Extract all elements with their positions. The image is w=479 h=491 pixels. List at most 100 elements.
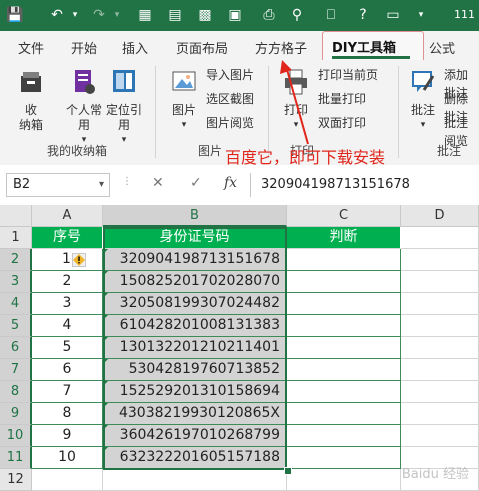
table-cell[interactable] (401, 337, 479, 359)
fill-handle[interactable] (284, 467, 292, 475)
search-icon[interactable]: ⚲ (288, 6, 306, 24)
row-header[interactable]: 5 (0, 315, 32, 337)
table-cell-no[interactable]: 1 (32, 249, 103, 271)
table-cell-no[interactable]: 7 (32, 381, 103, 403)
comment-button[interactable]: 批注 ▾ (405, 68, 441, 133)
row-header[interactable]: 1 (0, 227, 32, 249)
table-cell-judge[interactable] (287, 403, 401, 425)
table-cell-no[interactable]: 9 (32, 425, 103, 447)
table-cell[interactable] (401, 381, 479, 403)
table-cell-judge[interactable] (287, 447, 401, 469)
import-picture-button[interactable]: 导入图片 (206, 66, 254, 84)
table-cell[interactable] (32, 469, 103, 491)
table-cell-judge[interactable] (287, 381, 401, 403)
table-cell[interactable] (401, 293, 479, 315)
table-cell-judge[interactable] (287, 425, 401, 447)
form-icon[interactable]: ▦ (136, 6, 154, 24)
table-cell-id[interactable]: 150825201702028070 (103, 271, 287, 293)
worksheet-grid[interactable]: A B C D 1 2 3 4 5 6 7 8 9 10 11 12 序号 身份证号码 判断 1 320904… (0, 205, 479, 491)
cancel-icon[interactable]: ✕ (152, 175, 164, 191)
table-cell-judge[interactable] (287, 293, 401, 315)
table-cell-id[interactable]: 632322201605157188 (103, 447, 287, 469)
formula-input[interactable]: 320904198713151678 (250, 173, 479, 197)
customize-toolbar-icon[interactable]: ▾ (412, 6, 430, 24)
error-warning-icon[interactable] (72, 253, 86, 267)
table-cell-id[interactable]: 320508199307024482 (103, 293, 287, 315)
table-cell-judge[interactable] (287, 249, 401, 271)
row-header[interactable]: 10 (0, 425, 32, 447)
name-box[interactable]: B2 ▾ (6, 173, 110, 197)
row-header[interactable]: 7 (0, 359, 32, 381)
undo-icon[interactable]: ↶ (48, 6, 66, 24)
select-screenshot-button[interactable]: 选区截图 (206, 90, 254, 108)
tab-fangfang[interactable]: 方方格子 (255, 38, 307, 57)
picture-button[interactable]: 图片 ▾ (166, 68, 202, 133)
text-box-icon[interactable]: ⎕ (322, 6, 340, 24)
column-header-c[interactable]: C (287, 205, 401, 227)
table-cell-no[interactable]: 4 (32, 315, 103, 337)
insert-function-icon[interactable]: fx (224, 175, 237, 191)
table-cell-id[interactable]: 320904198713151678 (103, 249, 287, 271)
table-cell[interactable] (401, 315, 479, 337)
delete-comment-button[interactable]: 删除批注 (444, 90, 479, 124)
row-header[interactable]: 9 (0, 403, 32, 425)
shape-icon[interactable]: ▭ (384, 6, 402, 24)
tab-home[interactable]: 开始 (71, 38, 97, 57)
image-icon[interactable]: ▣ (226, 6, 244, 24)
tab-page-layout[interactable]: 页面布局 (176, 38, 228, 57)
row-header[interactable]: 12 (0, 469, 32, 491)
column-header-b[interactable]: B (103, 205, 287, 227)
table-cell-id[interactable]: 152529201310158694 (103, 381, 287, 403)
chart-icon[interactable]: ▩ (196, 6, 214, 24)
header-cell-id[interactable]: 身份证号码 (103, 227, 287, 249)
storage-box-button[interactable]: 收纳箱 (13, 68, 49, 133)
tab-formulas[interactable]: 公式 (429, 38, 455, 57)
add-comment-button[interactable]: 添加批注 (444, 66, 479, 100)
table-cell-no[interactable]: 2 (32, 271, 103, 293)
table-cell[interactable] (103, 469, 287, 491)
table-cell[interactable] (401, 271, 479, 293)
table-cell-id[interactable]: 610428201008131383 (103, 315, 287, 337)
row-header[interactable]: 8 (0, 381, 32, 403)
header-cell-no[interactable]: 序号 (32, 227, 103, 249)
personal-button[interactable]: 个人常用 ▾ (62, 68, 106, 148)
table-cell[interactable] (401, 249, 479, 271)
table-cell-no[interactable]: 5 (32, 337, 103, 359)
tab-diy-toolbox[interactable]: DIY工具箱 (322, 31, 424, 62)
table-cell[interactable] (287, 469, 401, 491)
select-all-corner[interactable] (0, 205, 32, 227)
locate-ref-button[interactable]: 定位引用 ▾ (106, 68, 142, 148)
table-cell-judge[interactable] (287, 337, 401, 359)
tab-file[interactable]: 文件 (18, 38, 44, 57)
row-header[interactable]: 2 (0, 249, 32, 271)
table-cell-id[interactable]: 53042819760713852 (103, 359, 287, 381)
row-header[interactable]: 6 (0, 337, 32, 359)
table-cell-judge[interactable] (287, 271, 401, 293)
table-cell-no[interactable]: 3 (32, 293, 103, 315)
table-cell-id[interactable]: 430382199301208​65X (103, 403, 287, 425)
table-cell[interactable] (401, 227, 479, 249)
help-icon[interactable]: ? (354, 6, 372, 24)
redo-icon[interactable]: ↷ (90, 6, 108, 24)
save-icon[interactable]: 💾 (6, 6, 24, 24)
print-icon[interactable]: ⎙ (260, 6, 278, 24)
header-cell-judge[interactable]: 判断 (287, 227, 401, 249)
tab-insert[interactable]: 插入 (122, 38, 148, 57)
undo-dropdown-icon[interactable]: ▾ (66, 6, 84, 24)
row-header[interactable]: 4 (0, 293, 32, 315)
table-cell-id[interactable]: 130132201210211401 (103, 337, 287, 359)
picture-viewer-button[interactable]: 图片阅览 (206, 114, 254, 132)
table-cell[interactable] (401, 359, 479, 381)
table-cell-no[interactable]: 8 (32, 403, 103, 425)
table-cell-no[interactable]: 6 (32, 359, 103, 381)
table-cell[interactable] (401, 403, 479, 425)
table-cell-judge[interactable] (287, 315, 401, 337)
view-comments-button[interactable]: 批注阅览 (444, 114, 479, 148)
name-box-dropdown-icon[interactable]: ▾ (99, 174, 104, 196)
row-header[interactable]: 3 (0, 271, 32, 293)
table-cell-id[interactable]: 360426197010268799 (103, 425, 287, 447)
table-cell-judge[interactable] (287, 359, 401, 381)
table-cell-no[interactable]: 10 (32, 447, 103, 469)
column-header-a[interactable]: A (32, 205, 103, 227)
column-header-d[interactable]: D (401, 205, 479, 227)
